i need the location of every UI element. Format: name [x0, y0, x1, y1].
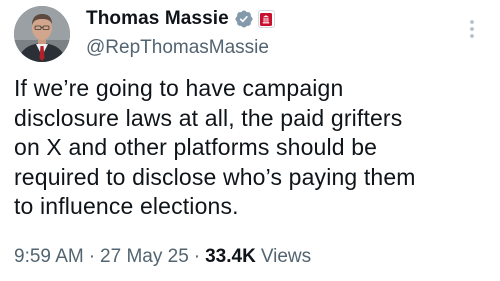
tweet-text: If we’re going to have campaign disclosu… — [14, 75, 416, 219]
author-handle[interactable]: @RepThomasMassie — [86, 36, 446, 60]
name-row: Thomas Massie — [86, 6, 446, 32]
us-house-seal-icon[interactable] — [257, 10, 275, 28]
tweet-header: Thomas Massie @RepThomasMassie — [86, 6, 446, 60]
meta-separator: · — [88, 246, 96, 267]
views-label[interactable]: Views — [261, 244, 311, 270]
author-name[interactable]: Thomas Massie — [86, 6, 229, 32]
views-count[interactable]: 33.4K — [205, 244, 256, 270]
tweet-meta: 9:59 AM · 27 May 25 · 33.4K Views — [14, 244, 311, 270]
avatar[interactable] — [14, 6, 70, 62]
verified-badge-icon — [235, 10, 253, 28]
tweet-date[interactable]: 27 May 25 — [100, 244, 189, 270]
more-vertical-icon — [470, 20, 474, 38]
tweet-time[interactable]: 9:59 AM — [14, 244, 84, 270]
tweet: Thomas Massie @RepThomasMassie If we’re … — [0, 0, 500, 281]
meta-separator: · — [193, 246, 201, 267]
avatar-image — [14, 6, 70, 62]
more-options-button[interactable] — [461, 15, 483, 43]
